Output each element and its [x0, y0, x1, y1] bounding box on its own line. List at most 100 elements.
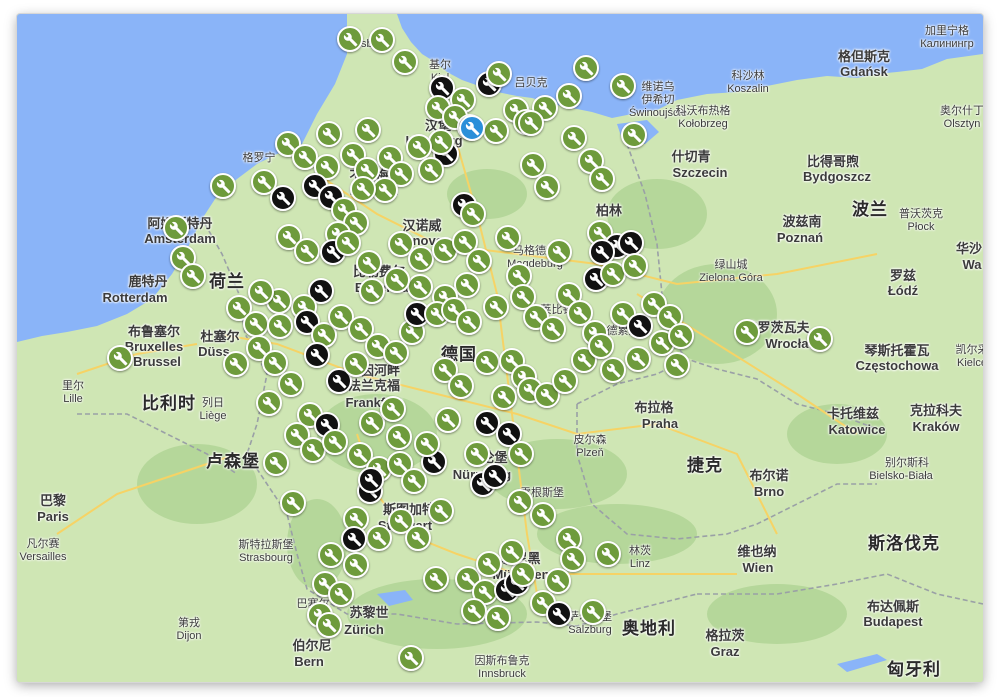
service-marker[interactable]: [464, 441, 490, 467]
service-marker[interactable]: [510, 561, 536, 587]
service-marker[interactable]: [491, 384, 517, 410]
service-marker[interactable]: [610, 73, 636, 99]
service-marker[interactable]: [243, 311, 269, 337]
service-marker[interactable]: [459, 115, 485, 141]
service-marker[interactable]: [545, 568, 571, 594]
service-marker[interactable]: [380, 396, 406, 422]
service-marker[interactable]: [428, 129, 454, 155]
service-marker[interactable]: [248, 279, 274, 305]
service-marker[interactable]: [546, 601, 572, 627]
service-marker[interactable]: [163, 215, 189, 241]
service-marker[interactable]: [595, 541, 621, 567]
service-marker[interactable]: [734, 319, 760, 345]
service-marker[interactable]: [304, 342, 330, 368]
service-marker[interactable]: [466, 248, 492, 274]
service-marker[interactable]: [499, 539, 525, 565]
service-marker[interactable]: [398, 645, 424, 671]
wrench-icon: [365, 284, 379, 298]
service-marker[interactable]: [534, 174, 560, 200]
service-marker[interactable]: [356, 250, 382, 276]
service-marker[interactable]: [618, 230, 644, 256]
service-marker[interactable]: [316, 121, 342, 147]
service-marker[interactable]: [507, 489, 533, 515]
service-marker[interactable]: [418, 157, 444, 183]
service-marker[interactable]: [328, 581, 354, 607]
service-marker[interactable]: [423, 566, 449, 592]
service-marker[interactable]: [483, 294, 509, 320]
service-marker[interactable]: [454, 272, 480, 298]
service-marker[interactable]: [414, 431, 440, 457]
service-marker[interactable]: [461, 598, 487, 624]
service-marker[interactable]: [530, 502, 556, 528]
map-frame[interactable]: 加里宁格 Калинингр 格但斯克 Gdańsk 科沙林 Koszalin 维诺乌 伊希切…: [17, 14, 983, 682]
service-marker[interactable]: [343, 351, 369, 377]
service-marker[interactable]: [392, 49, 418, 75]
service-marker[interactable]: [355, 117, 381, 143]
service-marker[interactable]: [256, 390, 282, 416]
service-marker[interactable]: [366, 525, 392, 551]
service-marker[interactable]: [456, 309, 482, 335]
service-marker[interactable]: [540, 316, 566, 342]
service-marker[interactable]: [223, 351, 249, 377]
service-marker[interactable]: [668, 323, 694, 349]
service-marker[interactable]: [335, 230, 361, 256]
service-marker[interactable]: [369, 27, 395, 53]
service-marker[interactable]: [386, 424, 412, 450]
service-marker[interactable]: [401, 468, 427, 494]
service-marker[interactable]: [460, 201, 486, 227]
service-marker[interactable]: [294, 238, 320, 264]
wrench-icon: [480, 416, 494, 430]
service-marker[interactable]: [406, 134, 432, 160]
service-marker[interactable]: [359, 278, 385, 304]
service-marker[interactable]: [322, 429, 348, 455]
service-marker[interactable]: [337, 26, 363, 52]
service-marker[interactable]: [435, 407, 461, 433]
service-marker[interactable]: [405, 525, 431, 551]
service-marker[interactable]: [561, 125, 587, 151]
service-marker[interactable]: [407, 274, 433, 300]
service-marker[interactable]: [807, 326, 833, 352]
service-marker[interactable]: [627, 313, 653, 339]
service-marker[interactable]: [428, 498, 454, 524]
service-marker[interactable]: [621, 122, 647, 148]
service-marker[interactable]: [589, 166, 615, 192]
service-marker[interactable]: [341, 526, 367, 552]
service-marker[interactable]: [270, 185, 296, 211]
service-marker[interactable]: [482, 463, 508, 489]
service-marker[interactable]: [600, 357, 626, 383]
service-marker[interactable]: [664, 352, 690, 378]
service-marker[interactable]: [588, 333, 614, 359]
service-marker[interactable]: [580, 599, 606, 625]
service-marker[interactable]: [408, 246, 434, 272]
service-marker[interactable]: [448, 373, 474, 399]
service-marker[interactable]: [625, 346, 651, 372]
service-marker[interactable]: [552, 368, 578, 394]
service-marker[interactable]: [384, 267, 410, 293]
service-marker[interactable]: [485, 605, 511, 631]
service-marker[interactable]: [383, 340, 409, 366]
service-marker[interactable]: [318, 542, 344, 568]
service-marker[interactable]: [518, 110, 544, 136]
service-marker[interactable]: [474, 349, 500, 375]
service-marker[interactable]: [476, 551, 502, 577]
service-marker[interactable]: [180, 263, 206, 289]
service-marker[interactable]: [316, 612, 342, 638]
service-marker[interactable]: [622, 253, 648, 279]
service-marker[interactable]: [267, 313, 293, 339]
service-marker[interactable]: [263, 450, 289, 476]
service-marker[interactable]: [483, 118, 509, 144]
service-marker[interactable]: [278, 371, 304, 397]
service-marker[interactable]: [486, 61, 512, 87]
service-marker[interactable]: [508, 441, 534, 467]
service-marker[interactable]: [107, 345, 133, 371]
service-marker[interactable]: [280, 490, 306, 516]
service-marker[interactable]: [350, 176, 376, 202]
service-marker[interactable]: [210, 173, 236, 199]
service-marker[interactable]: [560, 546, 586, 572]
service-marker[interactable]: [556, 83, 582, 109]
service-marker[interactable]: [573, 55, 599, 81]
service-marker[interactable]: [495, 225, 521, 251]
service-marker[interactable]: [343, 552, 369, 578]
service-marker[interactable]: [546, 239, 572, 265]
service-marker[interactable]: [358, 467, 384, 493]
